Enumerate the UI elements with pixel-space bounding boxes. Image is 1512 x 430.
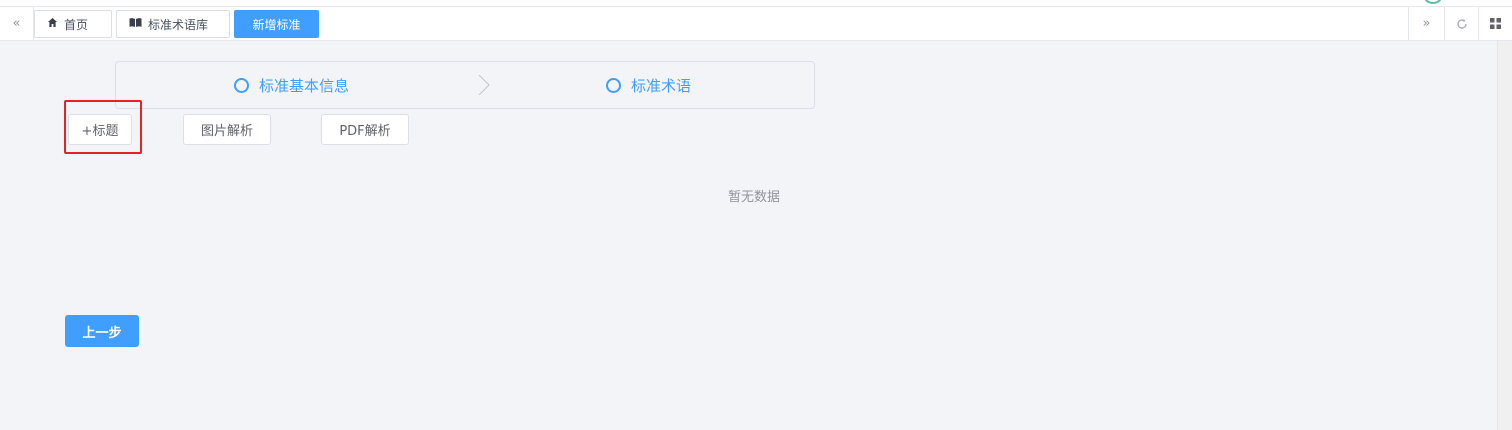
pdf-parse-button[interactable]: PDF解析 [321, 114, 409, 145]
double-chevron-right-icon[interactable]: » [1408, 7, 1444, 40]
step-basic-info[interactable]: 标准基本信息 [234, 62, 349, 108]
tab-label: 首页 [64, 17, 89, 32]
add-title-button[interactable]: +标题 [68, 114, 132, 145]
circle-icon [234, 77, 249, 93]
home-icon [47, 17, 58, 31]
tab-label: 标准术语库 [148, 17, 209, 32]
steps-bar: 标准基本信息 标准术语 [115, 61, 815, 109]
vertical-scrollbar[interactable] [1497, 41, 1512, 430]
empty-state-text: 暂无数据 [727, 190, 780, 205]
tab-standard-term-library[interactable]: 标准术语库 [116, 10, 230, 38]
tags-bar: « 首页 标准术语库 新增标准 » [0, 6, 1512, 41]
double-chevron-left-icon[interactable]: « [0, 7, 34, 40]
previous-step-button[interactable]: 上一步 [65, 315, 139, 347]
tab-home[interactable]: 首页 [34, 10, 112, 38]
tab-label: 新增标准 [252, 17, 301, 32]
refresh-icon[interactable] [1444, 7, 1478, 40]
step-standard-terms[interactable]: 标准术语 [606, 62, 691, 108]
tab-new-standard[interactable]: 新增标准 [234, 10, 319, 38]
circle-icon [606, 77, 621, 93]
step-label: 标准基本信息 [259, 76, 350, 95]
step-label: 标准术语 [631, 76, 692, 95]
image-parse-button[interactable]: 图片解析 [183, 114, 271, 145]
grid-icon[interactable] [1478, 7, 1512, 40]
chevron-right-icon [478, 75, 490, 95]
book-icon [129, 17, 142, 31]
